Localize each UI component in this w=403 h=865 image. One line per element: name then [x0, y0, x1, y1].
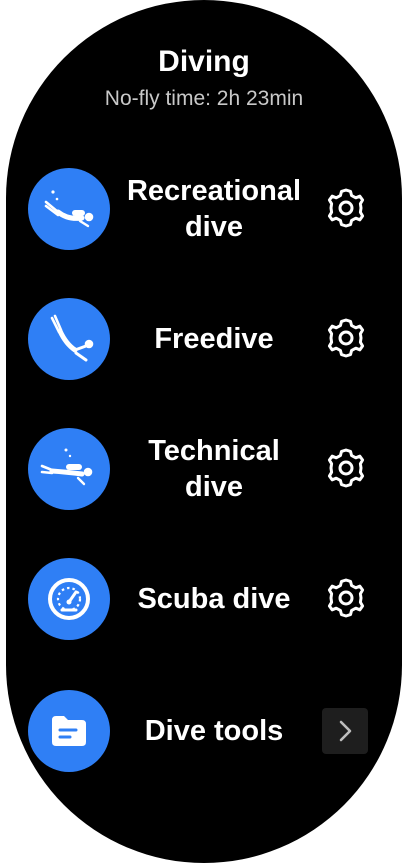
freediver-icon [28, 298, 110, 380]
list-item-recreational-dive[interactable]: Recreational dive [6, 164, 402, 254]
list-item-label: Dive tools [144, 715, 284, 747]
list-item-freedive[interactable]: Freedive [6, 294, 402, 384]
no-fly-time-subtitle: No-fly time: 2h 23min [104, 87, 304, 110]
list-item-label-line2: dive [184, 211, 243, 243]
gauge-icon [28, 558, 110, 640]
list-item-scuba-dive[interactable]: Scuba dive [6, 554, 402, 644]
list-item-technical-dive[interactable]: Technical dive [6, 424, 402, 514]
list-item-label: Scuba dive [137, 583, 291, 615]
chevron-right-icon[interactable] [322, 708, 368, 754]
gear-icon[interactable] [322, 314, 370, 362]
list-item-label: Technical [148, 435, 280, 467]
recreational-diver-icon [28, 168, 110, 250]
gear-icon[interactable] [322, 574, 370, 622]
list-item-dive-tools[interactable]: Dive tools [6, 686, 402, 776]
list-item-label: Recreational [126, 175, 302, 207]
list-item-label-line2: dive [184, 471, 244, 503]
list-item-label: Freedive [154, 323, 274, 355]
gear-icon[interactable] [322, 184, 370, 232]
gear-icon[interactable] [322, 444, 370, 492]
watch-screen: Diving No-fly time: 2h 23min Recreationa… [6, 0, 402, 863]
page-title: Diving [158, 45, 250, 78]
folder-icon [28, 690, 110, 772]
technical-diver-icon [28, 428, 110, 510]
